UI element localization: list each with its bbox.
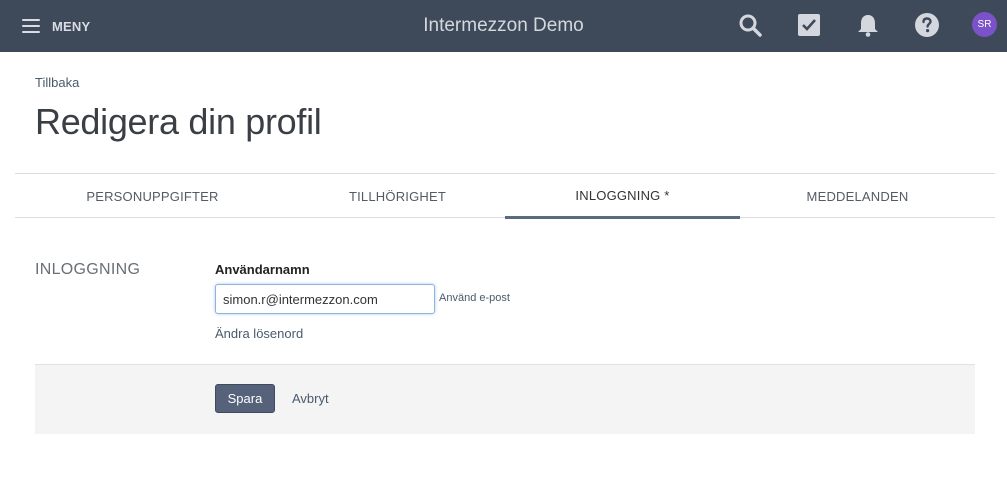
tab-tillhorighet[interactable]: TILLHÖRIGHET	[290, 174, 505, 218]
form-actions-bar	[35, 364, 975, 434]
help-icon[interactable]	[914, 12, 940, 38]
username-input[interactable]	[215, 284, 435, 314]
page-title: Redigera din profil	[35, 101, 322, 142]
user-avatar[interactable]: SR	[972, 12, 997, 37]
cancel-button[interactable]: Avbryt	[292, 391, 329, 406]
username-label: Användarnamn	[215, 262, 310, 277]
tab-personuppgifter[interactable]: PERSONUPPGIFTER	[15, 174, 290, 218]
save-button[interactable]: Spara	[215, 384, 275, 413]
hamburger-icon	[22, 19, 40, 33]
use-email-link[interactable]: Använd e-post	[439, 292, 510, 304]
menu-button[interactable]: MENY	[22, 14, 90, 38]
profile-tabs: PERSONUPPGIFTER TILLHÖRIGHET INLOGGNING …	[15, 173, 995, 219]
search-icon[interactable]	[737, 12, 763, 38]
bell-icon[interactable]	[855, 12, 881, 38]
back-link[interactable]: Tillbaka	[35, 75, 79, 90]
change-password-link[interactable]: Ändra lösenord	[215, 326, 303, 341]
tab-meddelanden[interactable]: MEDDELANDEN	[740, 174, 975, 218]
top-navigation-bar: MENY Intermezzon Demo SR	[0, 0, 1007, 52]
menu-label: MENY	[52, 18, 91, 34]
tab-inloggning[interactable]: INLOGGNING *	[505, 174, 740, 219]
section-title: INLOGGNING	[35, 261, 141, 278]
tasks-check-icon[interactable]	[796, 12, 822, 38]
